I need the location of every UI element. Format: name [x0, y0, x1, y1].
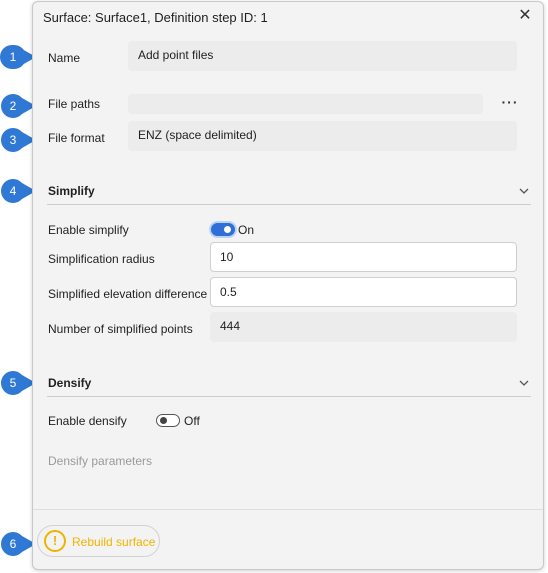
toggle-knob: [224, 226, 231, 233]
file-paths-label: File paths: [48, 97, 101, 111]
name-field[interactable]: Add point files: [128, 41, 517, 71]
enable-densify-label: Enable densify: [48, 414, 127, 428]
callout-number: 2: [9, 99, 17, 113]
file-format-field[interactable]: ENZ (space delimited): [128, 121, 517, 151]
close-icon[interactable]: ✕: [517, 8, 533, 24]
enable-densify-toggle[interactable]: [156, 414, 180, 427]
simplify-title: Simplify: [48, 184, 95, 198]
footer-divider: [33, 509, 543, 510]
enable-simplify-toggle[interactable]: [211, 223, 235, 236]
file-format-label: File format: [48, 131, 105, 145]
simplification-radius-input[interactable]: 10: [210, 242, 517, 272]
enable-simplify-label: Enable simplify: [48, 223, 129, 237]
callout-number: 4: [9, 184, 17, 198]
callout-4: 4: [0, 179, 36, 203]
rebuild-surface-button[interactable]: ! Rebuild surface: [37, 525, 160, 557]
callout-2: 2: [0, 94, 36, 118]
rebuild-surface-label: Rebuild surface: [72, 535, 156, 549]
callout-number: 5: [9, 376, 17, 390]
callout-number: 1: [9, 50, 17, 64]
simplify-section-header[interactable]: Simplify: [47, 182, 531, 205]
elevation-difference-input[interactable]: 0.5: [210, 277, 517, 307]
simplified-points-value: 444: [210, 312, 517, 342]
callout-3: 3: [0, 128, 36, 152]
warning-icon: !: [44, 530, 66, 552]
surface-definition-dialog: Surface: Surface1, Definition step ID: 1…: [32, 1, 544, 570]
callout-number: 3: [9, 133, 17, 147]
more-options-icon[interactable]: ···: [499, 94, 521, 114]
chevron-down-icon[interactable]: [519, 378, 529, 388]
densify-parameters-label: Densify parameters: [48, 454, 153, 468]
densify-title: Densify: [48, 376, 92, 390]
title-bar: Surface: Surface1, Definition step ID: 1…: [33, 2, 543, 32]
chevron-down-icon[interactable]: [519, 186, 529, 196]
enable-simplify-state: On: [238, 223, 255, 237]
callout-number: 6: [9, 537, 17, 551]
dialog-title: Surface: Surface1, Definition step ID: 1: [43, 10, 268, 25]
toggle-knob: [160, 417, 167, 424]
enable-densify-state: Off: [184, 414, 200, 428]
densify-section-header[interactable]: Densify: [47, 374, 531, 397]
name-label: Name: [48, 51, 81, 65]
callout-1: 1: [0, 45, 36, 69]
simplified-points-label: Number of simplified points: [48, 322, 193, 336]
callout-6: 6: [0, 532, 36, 556]
callout-5: 5: [0, 371, 36, 395]
file-paths-field[interactable]: [128, 94, 483, 114]
elevation-difference-label: Simplified elevation difference: [48, 287, 208, 301]
simplification-radius-label: Simplification radius: [48, 252, 155, 266]
